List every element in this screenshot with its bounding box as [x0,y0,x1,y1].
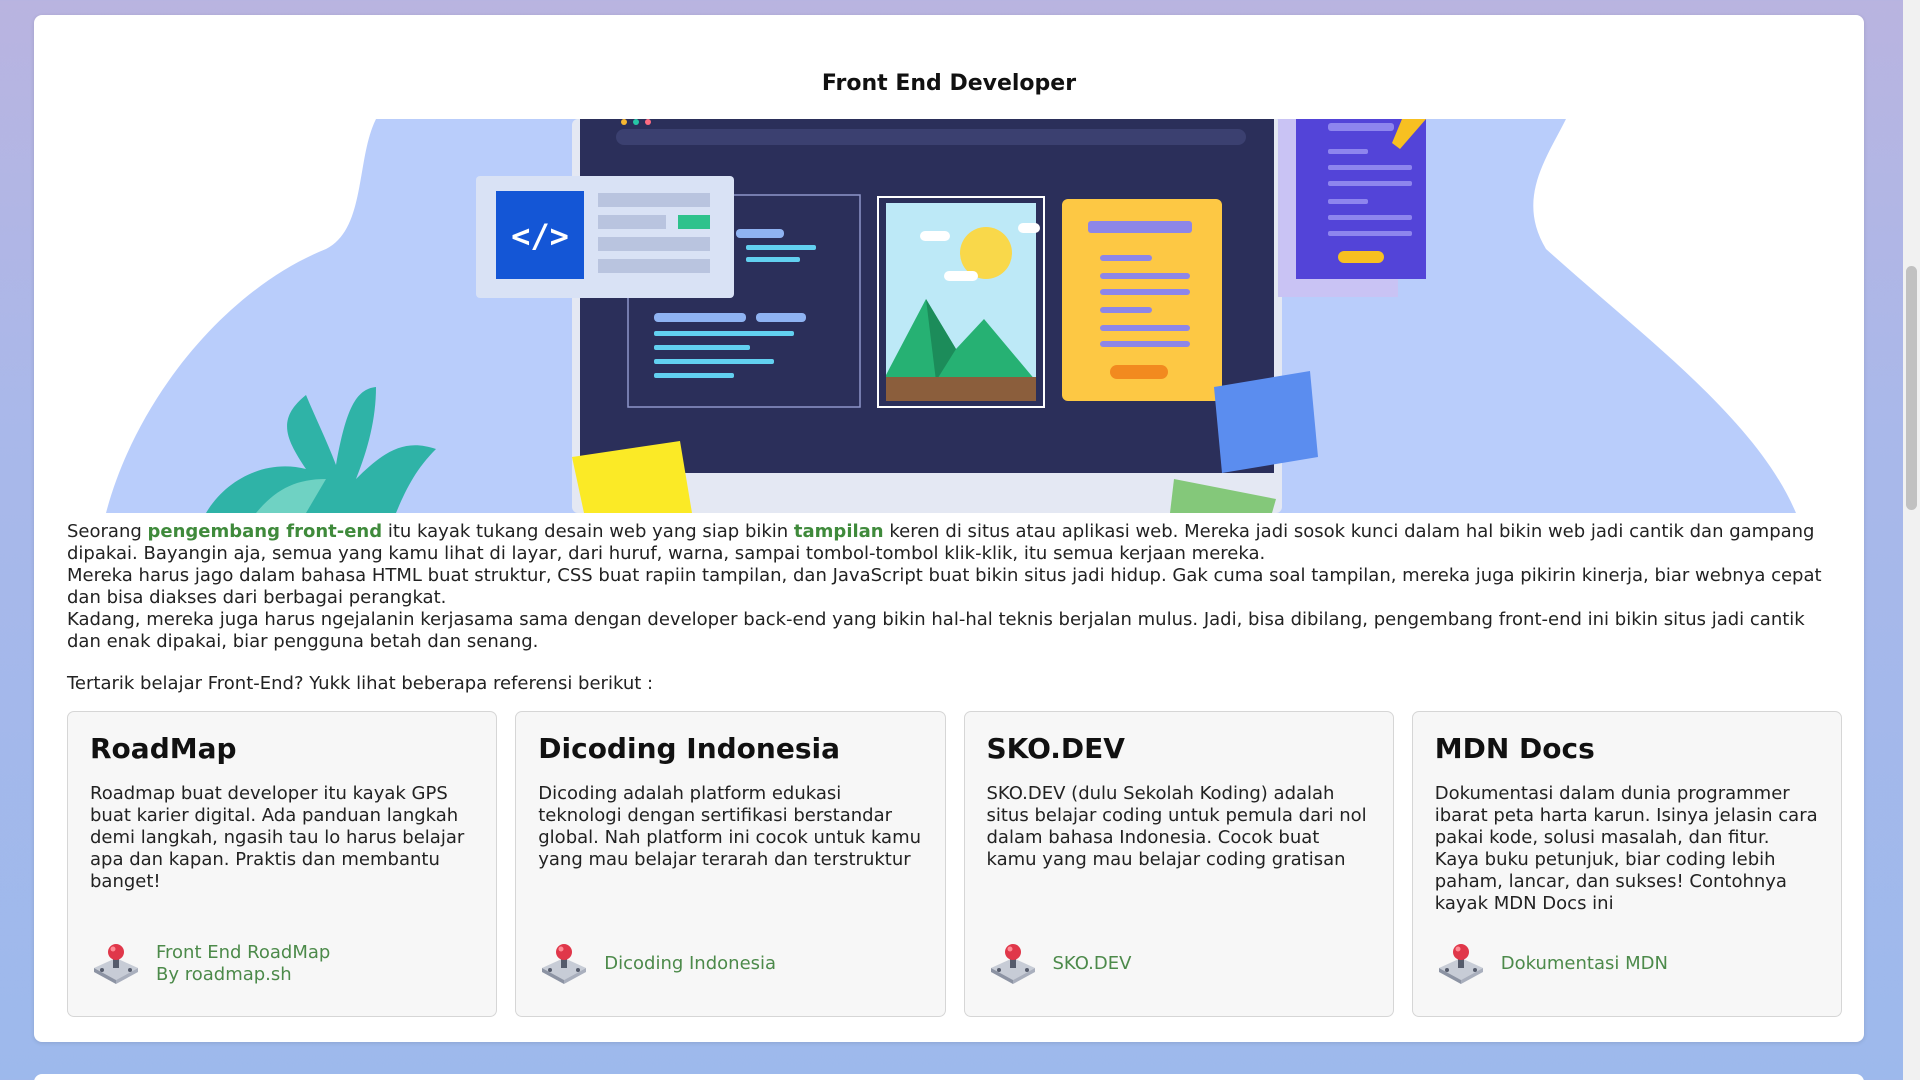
joystick-icon [94,944,138,984]
highlight-tampilan: tampilan [793,521,884,542]
reference-title: MDN Docs [1434,732,1595,765]
reference-card-dicoding: Dicoding Indonesia Dicoding adalah platf… [515,711,946,1017]
reference-card-roadmap: RoadMap Roadmap buat developer itu kayak… [67,711,498,1017]
reference-card-mdn: MDN Docs Dokumentasi dalam dunia program… [1411,711,1842,1017]
page-scrollbar[interactable] [1903,0,1920,1080]
reference-link-label[interactable]: Dicoding Indonesia [604,953,776,975]
reference-description: SKO.DEV (dulu Sekolah Koding) adalah sit… [986,783,1367,870]
next-section-card [34,1074,1864,1080]
reference-link-label[interactable]: Dokumentasi MDN [1501,953,1668,975]
intro-paragraph-3: Kadang, mereka juga harus ngejalanin ker… [67,609,1805,652]
highlight-front-end-developer: pengembang front-end [147,521,383,542]
joystick-icon [1438,944,1483,984]
intro-paragraph-1: Seorang pengembang front-end itu kayak t… [67,521,1815,564]
svg-text:</>: </> [511,217,569,255]
reference-card-skodev: SKO.DEV SKO.DEV (dulu Sekolah Koding) ad… [963,711,1394,1017]
content-card: Front End Developer </> Seorang pengemba… [34,15,1864,1042]
reference-link-skodev[interactable]: SKO.DEV [987,942,1373,986]
reference-title: Dicoding Indonesia [538,732,841,765]
intro-paragraph-2: Mereka harus jago dalam bahasa HTML buat… [67,565,1822,608]
joystick-icon [990,944,1035,984]
reference-link-dicoding[interactable]: Dicoding Indonesia [538,942,924,986]
reference-title: RoadMap [90,732,237,765]
reference-title: SKO.DEV [986,732,1125,765]
hero-illustration: </> [106,119,1796,513]
reference-link-mdn[interactable]: Dokumentasi MDN [1435,942,1821,986]
reference-link-label[interactable]: Front End RoadMap By roadmap.sh [156,942,330,986]
joystick-icon [542,944,587,984]
reference-cards: RoadMap Roadmap buat developer itu kayak… [67,711,1842,1017]
page-title: Front End Developer [821,71,1077,96]
reference-link-label[interactable]: SKO.DEV [1053,953,1132,975]
reference-description: Roadmap buat developer itu kayak GPS bua… [90,783,465,892]
reference-link-roadmap[interactable]: Front End RoadMap By roadmap.sh [90,942,476,986]
references-intro: Tertarik belajar Front-End? Yukk lihat b… [67,673,654,694]
scrollbar-thumb[interactable] [1906,266,1917,510]
intro-text: Seorang pengembang front-end itu kayak t… [67,521,1839,653]
reference-description: Dicoding adalah platform edukasi teknolo… [538,783,922,870]
reference-description: Dokumentasi dalam dunia programmer ibara… [1434,783,1818,914]
